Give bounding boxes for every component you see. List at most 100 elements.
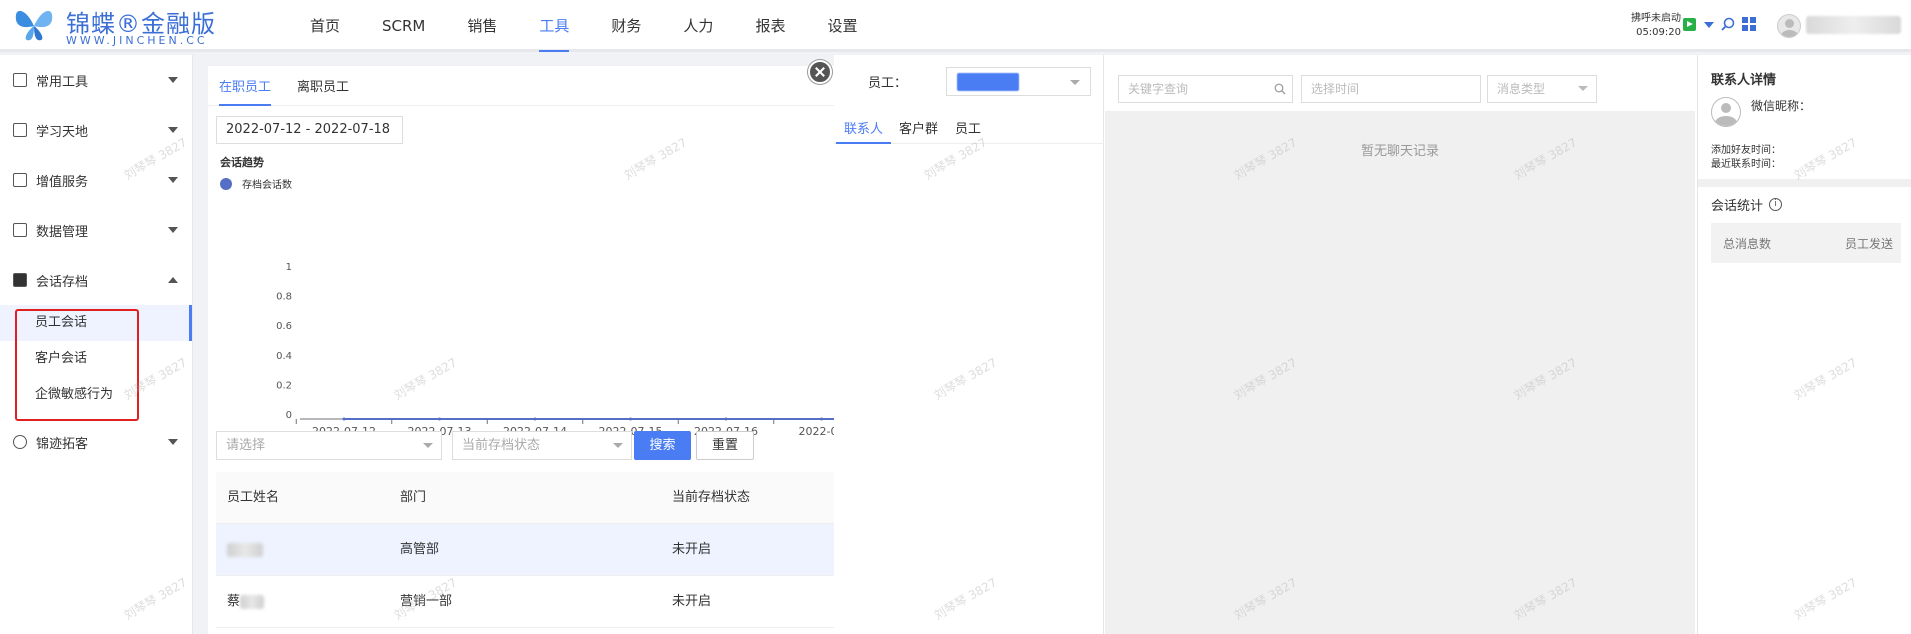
chevron-up-icon — [168, 277, 178, 283]
main-nav: 首页 SCRM 销售 工具 财务 人力 报表 设置 — [310, 0, 899, 52]
employee-status: 未开启 — [672, 594, 712, 609]
sidebar-group-learning[interactable]: 学习天地 — [0, 105, 192, 155]
data-point[interactable] — [438, 417, 441, 421]
employee-dept: 营销一部 — [400, 594, 453, 609]
nav-scrm[interactable]: SCRM — [382, 0, 425, 52]
contact-avatar — [1711, 97, 1741, 127]
tab-contacts[interactable]: 联系人 — [835, 118, 892, 144]
main-panel: 在职员工 离职员工 2022-07-12 - 2022-07-18 会话趋势 存… — [208, 66, 838, 634]
tab-resigned-employees[interactable]: 离职员工 — [297, 76, 349, 95]
date-range-picker[interactable]: 2022-07-12 - 2022-07-18 — [216, 116, 403, 144]
data-point[interactable] — [820, 417, 823, 421]
user-name-redacted[interactable] — [1806, 16, 1901, 34]
play-icon[interactable] — [1683, 18, 1696, 31]
sidebar-item-sensitive-behavior[interactable]: 企微敏感行为 — [0, 377, 192, 413]
search-icon[interactable] — [1721, 17, 1735, 31]
stat-employee-sent: 员工发送 — [1844, 237, 1893, 251]
tab-employees[interactable]: 员工 — [955, 118, 981, 137]
contact-type-tabs: 联系人 客户群 员工 — [834, 110, 1104, 144]
app-logo[interactable]: 锦蝶®金融版 WWW.JINCHEN.CC — [10, 4, 225, 48]
table-header: 员工姓名 部门 当前存档状态 — [216, 472, 838, 524]
tab-customer-groups[interactable]: 客户群 — [899, 118, 938, 137]
data-point[interactable] — [724, 417, 728, 421]
employee-table: 员工姓名 部门 当前存档状态 高管部 未开启 蔡 营销一部 未开启 — [216, 472, 838, 628]
search-button[interactable]: 搜索 — [634, 431, 691, 460]
sidebar-group-prospecting[interactable]: 锦迹拓客 — [0, 417, 192, 467]
session-stats-box: 总消息数 员工发送 — [1711, 223, 1901, 263]
legend-dot — [220, 177, 232, 190]
nav-home[interactable]: 首页 — [310, 0, 340, 52]
y-tick-label: 0.6 — [276, 321, 292, 332]
y-tick-label: 0 — [286, 410, 292, 421]
employee-tabs: 在职员工 离职员工 — [208, 66, 838, 106]
sidebar-group-value-added[interactable]: 增值服务 — [0, 155, 192, 205]
tab-active-employees[interactable]: 在职员工 — [219, 76, 272, 106]
data-point[interactable] — [533, 417, 537, 421]
chevron-down-icon — [168, 227, 178, 233]
col-name: 员工姓名 — [227, 490, 280, 505]
employee-select[interactable]: 请选择 — [216, 431, 442, 460]
people-icon — [13, 435, 27, 449]
nav-reports[interactable]: 报表 — [755, 0, 785, 52]
col-status: 当前存档状态 — [672, 490, 751, 505]
session-stats-title: 会话统计 — [1711, 199, 1764, 214]
y-tick-label: 0.4 — [276, 351, 292, 362]
table-row[interactable]: 蔡 营销一部 未开启 — [216, 576, 838, 628]
table-row[interactable]: 高管部 未开启 — [216, 524, 838, 576]
logo-url: WWW.JINCHEN.CC — [66, 34, 208, 47]
nav-hr[interactable]: 人力 — [683, 0, 713, 52]
sidebar-group-label: 常用工具 — [36, 74, 89, 90]
employee-name-prefix: 蔡 — [227, 594, 241, 609]
chevron-down-icon — [1070, 80, 1080, 85]
apps-grid-icon[interactable] — [1742, 17, 1756, 31]
keyword-search-input[interactable]: 关键字查询 — [1118, 75, 1293, 103]
empty-chat-message: 暂无聊天记录 — [1360, 144, 1439, 159]
sidebar-group-common-tools[interactable]: 常用工具 — [0, 55, 192, 105]
y-tick-label: 1 — [286, 262, 292, 273]
sidebar: 常用工具 学习天地 增值服务 数据管理 会话存档 员工会话 客户会话 企微敏感行… — [0, 55, 193, 634]
data-point[interactable] — [629, 417, 632, 421]
redacted-name — [240, 594, 265, 609]
close-drawer-button[interactable] — [808, 60, 832, 84]
sidebar-group-archive[interactable]: 会话存档 — [0, 255, 192, 305]
user-avatar[interactable] — [1777, 14, 1801, 38]
session-trend-chart: 10.80.60.40.202022-07-122022-07-132022-0… — [276, 262, 838, 438]
stat-total-messages: 总消息数 — [1723, 237, 1772, 251]
chevron-down-icon[interactable] — [1704, 22, 1714, 28]
data-icon — [13, 223, 27, 237]
nav-tools[interactable]: 工具 — [539, 0, 570, 52]
sidebar-group-label: 学习天地 — [36, 124, 89, 140]
nav-finance[interactable]: 财务 — [611, 0, 641, 52]
reset-button[interactable]: 重置 — [696, 431, 754, 460]
message-type-select[interactable]: 消息类型 — [1487, 75, 1597, 103]
employee-dept: 高管部 — [400, 542, 440, 557]
sidebar-group-label: 会话存档 — [36, 274, 89, 290]
selected-employee-redacted — [957, 73, 1019, 91]
archive-status-select[interactable]: 当前存档状态 — [452, 431, 632, 460]
search-icon — [1274, 83, 1286, 95]
home-icon — [13, 173, 27, 187]
employee-dropdown[interactable] — [946, 67, 1091, 96]
employee-select-placeholder: 请选择 — [226, 438, 266, 453]
time-picker[interactable]: 选择时间 — [1301, 75, 1481, 103]
chevron-down-icon — [1578, 86, 1588, 91]
nav-sales[interactable]: 销售 — [467, 0, 497, 52]
sidebar-group-data[interactable]: 数据管理 — [0, 205, 192, 255]
chevron-down-icon — [168, 127, 178, 133]
info-icon[interactable]: i — [1769, 198, 1783, 211]
chart-title: 会话趋势 — [220, 156, 264, 169]
y-tick-label: 0.8 — [276, 292, 292, 303]
nav-settings[interactable]: 设置 — [827, 0, 857, 52]
sidebar-item-employee-sessions[interactable]: 员工会话 — [0, 305, 192, 341]
employee-status: 未开启 — [672, 542, 712, 557]
col-dept: 部门 — [400, 490, 427, 505]
redacted-name — [227, 542, 263, 557]
data-point[interactable] — [342, 417, 346, 421]
sidebar-item-customer-sessions[interactable]: 客户会话 — [0, 341, 192, 377]
call-status-time: 05:09:20 — [1636, 27, 1681, 38]
chart-legend[interactable]: 存档会话数 — [220, 176, 292, 191]
chevron-down-icon — [613, 443, 623, 448]
employee-label: 员工： — [868, 76, 908, 91]
archive-status-placeholder: 当前存档状态 — [462, 438, 541, 453]
chevron-down-icon — [423, 443, 433, 448]
